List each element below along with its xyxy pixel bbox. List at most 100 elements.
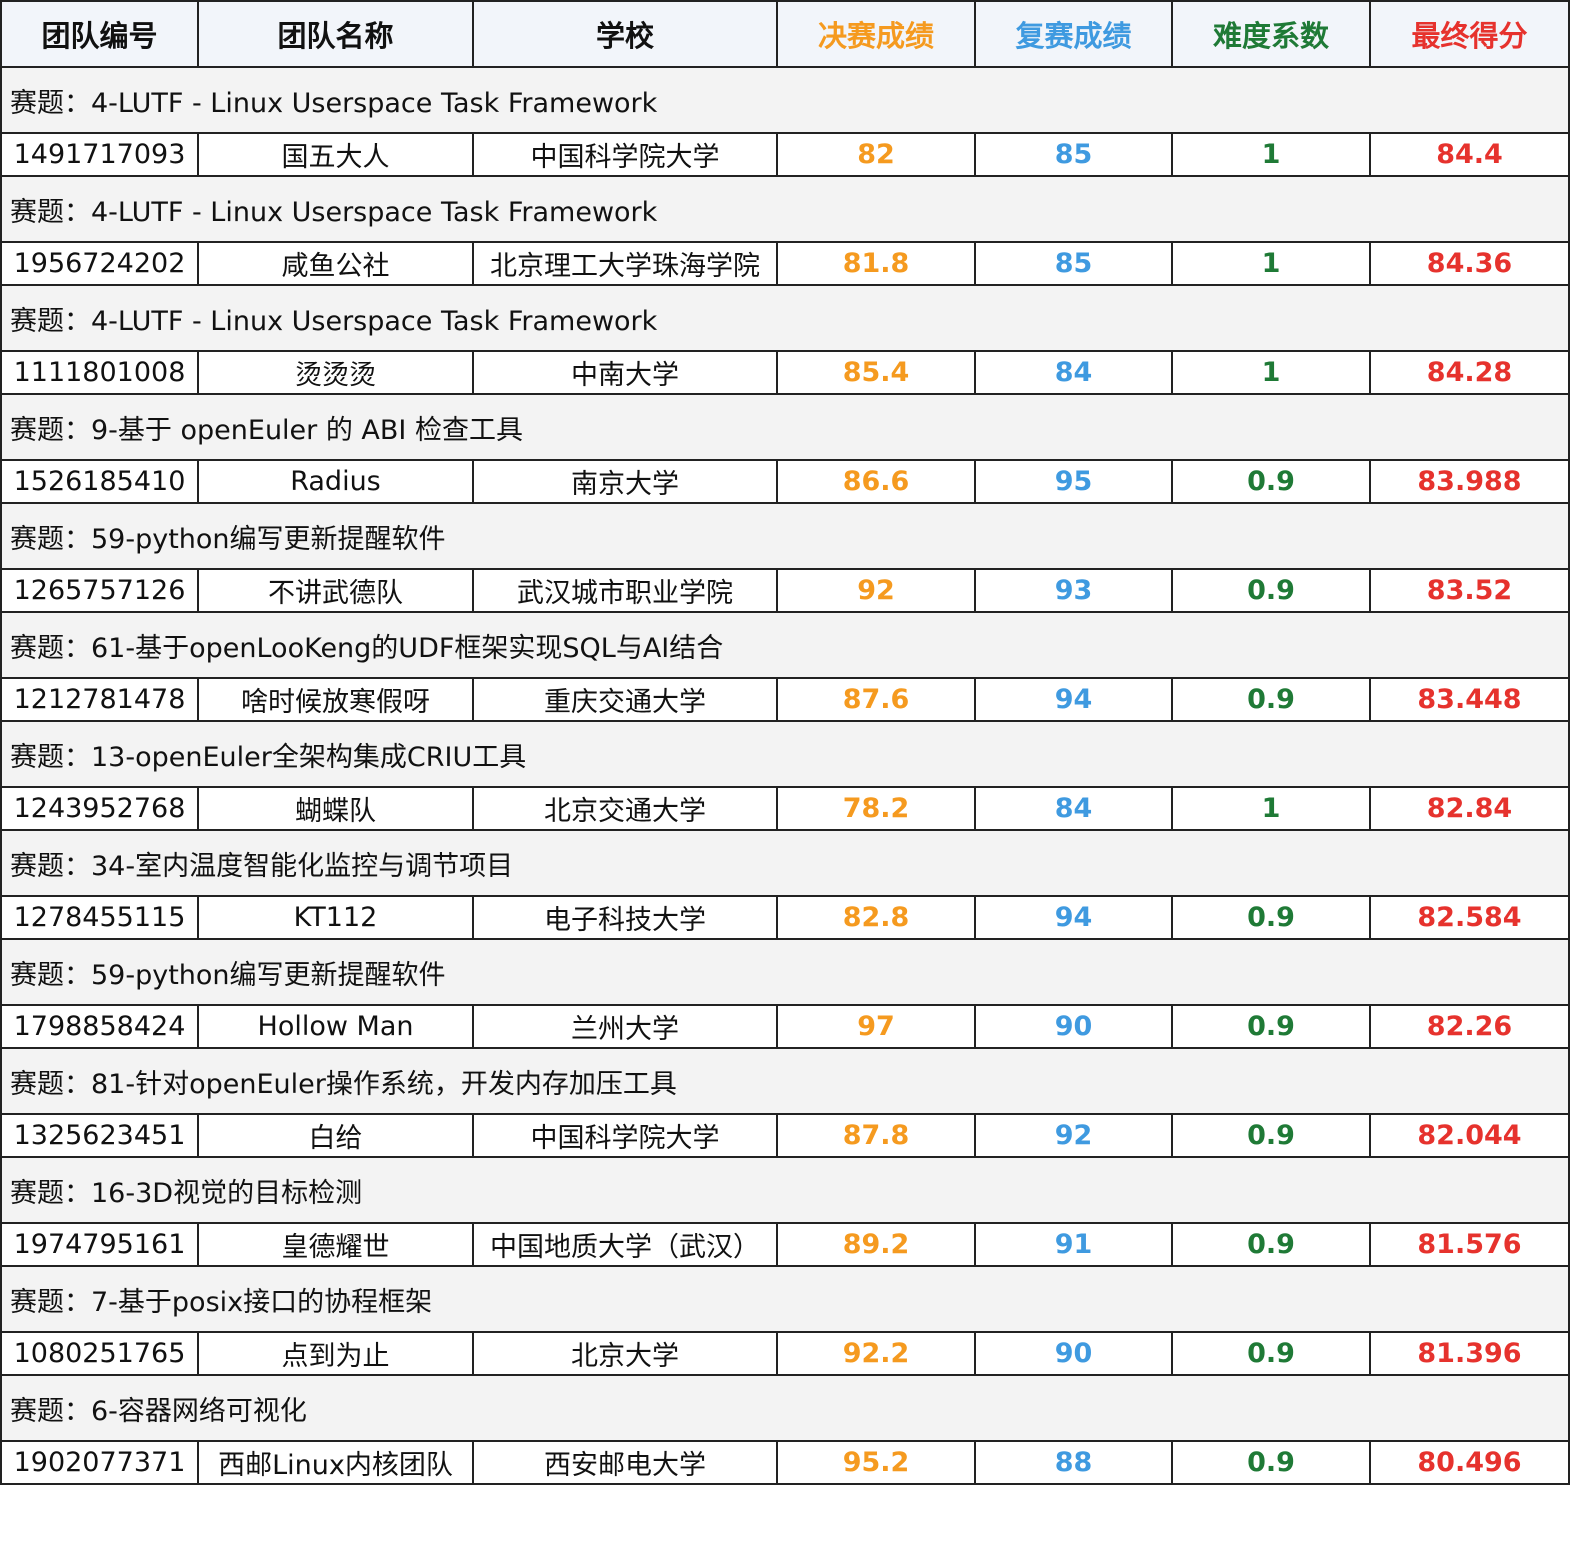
topic-row: 赛题：4-LUTF - Linux Userspace Task Framewo… bbox=[0, 175, 1570, 243]
cell-difficulty: 0.9 bbox=[1171, 677, 1371, 722]
header-total-score: 最终得分 bbox=[1369, 0, 1570, 68]
table-row: 1902077371 西邮Linux内核团队 西安邮电大学 95.2 88 0.9 80.4… bbox=[0, 1440, 1570, 1485]
topic-row: 赛题：16-3D视觉的目标检测 bbox=[0, 1156, 1570, 1224]
topic-row: 赛题：4-LUTF - Linux Userspace Task Framewo… bbox=[0, 284, 1570, 352]
cell-semi-score: 90 bbox=[974, 1004, 1173, 1049]
results-table: 团队编号 团队名称 学校 决赛成绩 复赛成绩 难度系数 最终得分 赛题：4-LU… bbox=[0, 0, 1570, 1485]
topic-row: 赛题：6-容器网络可视化 bbox=[0, 1374, 1570, 1442]
header-team-name: 团队名称 bbox=[197, 0, 474, 68]
cell-total-score: 81.576 bbox=[1369, 1222, 1570, 1267]
topic-label: 赛题：4-LUTF - Linux Userspace Task Framewo… bbox=[0, 66, 1570, 134]
cell-final-score: 81.8 bbox=[776, 241, 976, 286]
cell-difficulty: 0.9 bbox=[1171, 1440, 1371, 1485]
cell-total-score: 82.584 bbox=[1369, 895, 1570, 940]
cell-team-name: Hollow Man bbox=[197, 1004, 474, 1049]
cell-team-name: 点到为止 bbox=[197, 1331, 474, 1376]
cell-team-name: 不讲武德队 bbox=[197, 568, 474, 613]
cell-final-score: 87.6 bbox=[776, 677, 976, 722]
header-school: 学校 bbox=[472, 0, 778, 68]
cell-total-score: 84.28 bbox=[1369, 350, 1570, 395]
cell-final-score: 86.6 bbox=[776, 459, 976, 504]
topic-row: 赛题：4-LUTF - Linux Userspace Task Framewo… bbox=[0, 66, 1570, 134]
cell-difficulty: 1 bbox=[1171, 786, 1371, 831]
cell-final-score: 95.2 bbox=[776, 1440, 976, 1485]
cell-semi-score: 93 bbox=[974, 568, 1173, 613]
cell-team-id: 1798858424 bbox=[0, 1004, 199, 1049]
cell-total-score: 82.84 bbox=[1369, 786, 1570, 831]
topic-label: 赛题：7-基于posix接口的协程框架 bbox=[0, 1265, 1570, 1333]
cell-team-id: 1902077371 bbox=[0, 1440, 199, 1485]
cell-final-score: 82 bbox=[776, 132, 976, 177]
topic-row: 赛题：61-基于openLooKeng的UDF框架实现SQL与AI结合 bbox=[0, 611, 1570, 679]
table-row: 1212781478 啥时候放寒假呀 重庆交通大学 87.6 94 0.9 83.448 bbox=[0, 677, 1570, 722]
cell-final-score: 89.2 bbox=[776, 1222, 976, 1267]
cell-team-name: 国五大人 bbox=[197, 132, 474, 177]
cell-school: 西安邮电大学 bbox=[472, 1440, 778, 1485]
cell-team-name: 蝴蝶队 bbox=[197, 786, 474, 831]
cell-team-id: 1212781478 bbox=[0, 677, 199, 722]
topic-label: 赛题：4-LUTF - Linux Userspace Task Framewo… bbox=[0, 175, 1570, 243]
cell-school: 北京交通大学 bbox=[472, 786, 778, 831]
table-row: 1265757126 不讲武德队 武汉城市职业学院 92 93 0.9 83.52 bbox=[0, 568, 1570, 613]
cell-team-name: 烫烫烫 bbox=[197, 350, 474, 395]
cell-final-score: 82.8 bbox=[776, 895, 976, 940]
cell-total-score: 84.36 bbox=[1369, 241, 1570, 286]
header-row: 团队编号 团队名称 学校 决赛成绩 复赛成绩 难度系数 最终得分 bbox=[0, 0, 1570, 68]
header-team-id: 团队编号 bbox=[0, 0, 199, 68]
topic-label: 赛题：16-3D视觉的目标检测 bbox=[0, 1156, 1570, 1224]
cell-difficulty: 0.9 bbox=[1171, 1222, 1371, 1267]
header-difficulty: 难度系数 bbox=[1171, 0, 1371, 68]
cell-team-name: 白给 bbox=[197, 1113, 474, 1158]
cell-total-score: 82.044 bbox=[1369, 1113, 1570, 1158]
topic-label: 赛题：61-基于openLooKeng的UDF框架实现SQL与AI结合 bbox=[0, 611, 1570, 679]
cell-total-score: 82.26 bbox=[1369, 1004, 1570, 1049]
cell-team-id: 1491717093 bbox=[0, 132, 199, 177]
cell-school: 北京理工大学珠海学院 bbox=[472, 241, 778, 286]
table-row: 1278455115 KT112 电子科技大学 82.8 94 0.9 82.584 bbox=[0, 895, 1570, 940]
topic-label: 赛题：13-openEuler全架构集成CRIU工具 bbox=[0, 720, 1570, 788]
cell-final-score: 87.8 bbox=[776, 1113, 976, 1158]
cell-difficulty: 0.9 bbox=[1171, 895, 1371, 940]
table-row: 1080251765 点到为止 北京大学 92.2 90 0.9 81.396 bbox=[0, 1331, 1570, 1376]
cell-semi-score: 91 bbox=[974, 1222, 1173, 1267]
cell-team-id: 1265757126 bbox=[0, 568, 199, 613]
cell-school: 北京大学 bbox=[472, 1331, 778, 1376]
table-row: 1491717093 国五大人 中国科学院大学 82 85 1 84.4 bbox=[0, 132, 1570, 177]
topic-row: 赛题：59-python编写更新提醒软件 bbox=[0, 938, 1570, 1006]
cell-semi-score: 95 bbox=[974, 459, 1173, 504]
cell-total-score: 83.52 bbox=[1369, 568, 1570, 613]
cell-semi-score: 84 bbox=[974, 350, 1173, 395]
table-row: 1974795161 皇德耀世 中国地质大学（武汉） 89.2 91 0.9 81.576 bbox=[0, 1222, 1570, 1267]
cell-team-id: 1243952768 bbox=[0, 786, 199, 831]
cell-school: 重庆交通大学 bbox=[472, 677, 778, 722]
cell-final-score: 92.2 bbox=[776, 1331, 976, 1376]
cell-team-name: KT112 bbox=[197, 895, 474, 940]
cell-semi-score: 90 bbox=[974, 1331, 1173, 1376]
table-row: 1111801008 烫烫烫 中南大学 85.4 84 1 84.28 bbox=[0, 350, 1570, 395]
cell-team-name: Radius bbox=[197, 459, 474, 504]
cell-school: 武汉城市职业学院 bbox=[472, 568, 778, 613]
cell-team-name: 啥时候放寒假呀 bbox=[197, 677, 474, 722]
cell-difficulty: 1 bbox=[1171, 241, 1371, 286]
cell-team-id: 1080251765 bbox=[0, 1331, 199, 1376]
cell-total-score: 80.496 bbox=[1369, 1440, 1570, 1485]
cell-school: 中南大学 bbox=[472, 350, 778, 395]
cell-total-score: 81.396 bbox=[1369, 1331, 1570, 1376]
cell-semi-score: 85 bbox=[974, 241, 1173, 286]
cell-difficulty: 1 bbox=[1171, 132, 1371, 177]
cell-total-score: 83.448 bbox=[1369, 677, 1570, 722]
cell-final-score: 85.4 bbox=[776, 350, 976, 395]
cell-team-name: 皇德耀世 bbox=[197, 1222, 474, 1267]
cell-team-id: 1278455115 bbox=[0, 895, 199, 940]
cell-team-id: 1956724202 bbox=[0, 241, 199, 286]
cell-school: 电子科技大学 bbox=[472, 895, 778, 940]
table-row: 1243952768 蝴蝶队 北京交通大学 78.2 84 1 82.84 bbox=[0, 786, 1570, 831]
cell-final-score: 92 bbox=[776, 568, 976, 613]
cell-team-id: 1325623451 bbox=[0, 1113, 199, 1158]
cell-semi-score: 94 bbox=[974, 677, 1173, 722]
cell-semi-score: 84 bbox=[974, 786, 1173, 831]
cell-school: 中国地质大学（武汉） bbox=[472, 1222, 778, 1267]
cell-team-name: 咸鱼公社 bbox=[197, 241, 474, 286]
cell-total-score: 83.988 bbox=[1369, 459, 1570, 504]
cell-team-id: 1974795161 bbox=[0, 1222, 199, 1267]
